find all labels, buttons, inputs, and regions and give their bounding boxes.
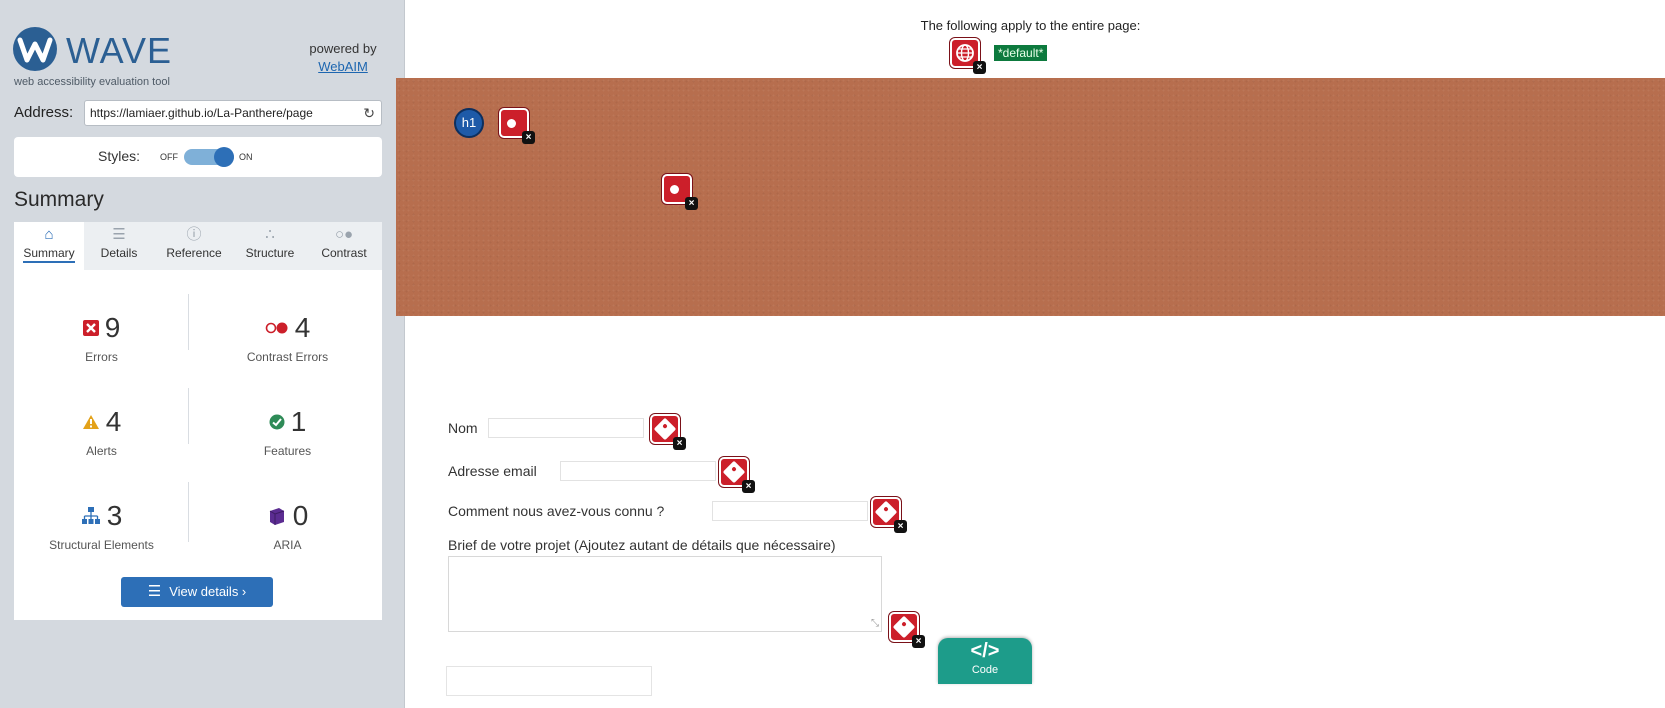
code-label: Code [971,664,999,676]
aria-count: 0 [292,500,309,531]
brief-label: Brief de votre projet (Ajoutez autant de… [448,537,836,553]
powered-by: powered by WebAIM [300,40,386,76]
address-input[interactable]: https://lamiaer.github.io/La-Panthere/pa… [84,100,382,126]
alert-icon [82,415,99,429]
summary-heading: Summary [14,188,104,211]
structure-icon [81,507,100,524]
image-error-icon[interactable]: × [662,174,698,210]
contrast-errors-count: 4 [294,312,311,343]
styles-on-label: ON [239,152,253,162]
powered-by-text: powered by [309,41,377,56]
tab-structure[interactable]: ∴ Structure [234,222,306,270]
contrast-errors-label: Contrast Errors [246,350,329,364]
features-label: Features [263,444,312,458]
contrast-error-icon [265,322,288,334]
language-error-icon[interactable]: × [950,38,986,74]
toggle-knob [214,147,234,167]
stat-structural[interactable]: 3 Structural Elements [14,500,189,552]
view-details-button[interactable]: ☰ View details › [121,577,273,607]
wave-logo-icon [13,27,57,71]
stat-aria[interactable]: 0 ARIA [200,500,375,552]
aria-label: ARIA [273,538,302,552]
reload-icon[interactable]: ↻ [363,101,375,125]
errors-label: Errors [85,350,118,364]
image-error-icon[interactable]: × [499,108,535,144]
source-label: Comment nous avez-vous connu ? [448,503,665,519]
styles-toggle-panel: Styles: OFF ON [14,137,382,177]
address-label: Address: [14,104,74,121]
summary-panel: 9 Errors 4 Contrast Errors 4 Alerts 1 Fe… [14,270,382,620]
tab-label: Details [100,246,138,260]
features-count: 1 [290,406,307,437]
styles-off-label: OFF [160,152,178,162]
dot-shape [670,185,679,194]
stat-alerts[interactable]: 4 Alerts [14,406,189,458]
errors-count: 9 [104,312,121,343]
source-input[interactable] [712,501,868,521]
alerts-count: 4 [105,406,122,437]
close-icon: × [742,480,755,493]
missing-label-error-icon[interactable]: × [871,497,907,533]
missing-label-error-icon[interactable]: × [719,457,755,493]
styles-label: Styles: [98,148,141,164]
home-icon: ⌂ [44,226,54,243]
resize-handle-icon[interactable]: ⤡ [871,618,879,629]
page-preview: The following apply to the entire page: … [396,0,1665,708]
list-icon: ☰ [112,226,126,243]
page-level-note: The following apply to the entire page: [920,18,1141,33]
hero-banner: h1 × × [396,78,1665,316]
close-icon: × [912,635,925,648]
submit-button-partial[interactable] [446,666,652,696]
h1-structure-icon[interactable]: h1 [454,108,484,138]
structure-icon: ∴ [265,226,275,243]
structural-label: Structural Elements [49,538,154,552]
close-icon: × [673,437,686,450]
tab-contrast[interactable]: ○● Contrast [306,222,382,270]
tab-label: Contrast [321,246,367,260]
address-value: https://lamiaer.github.io/La-Panthere/pa… [90,106,313,120]
email-label: Adresse email [448,463,537,479]
missing-label-error-icon[interactable]: × [650,414,686,450]
view-details-label: View details › [169,584,247,599]
missing-label-error-icon[interactable]: × [889,612,925,648]
close-icon: × [522,131,535,144]
close-icon: × [685,197,698,210]
tab-label: Reference [166,246,222,260]
alerts-label: Alerts [86,444,117,458]
wave-tagline: web accessibility evaluation tool [14,76,170,88]
list-icon: ☰ [147,583,162,600]
panel-tabs: ⌂ Summary ☰ Details ⓘ Reference ∴ Struct… [14,222,382,270]
tab-label: Structure [245,246,295,260]
address-bar: Address: https://lamiaer.github.io/La-Pa… [0,100,405,128]
webaim-link[interactable]: WebAIM [318,59,368,74]
error-icon [82,320,99,336]
code-toggle-button[interactable]: </> Code [938,638,1032,684]
name-input[interactable] [488,418,644,438]
info-icon: ⓘ [186,226,202,243]
tab-label: Summary [23,246,75,263]
email-input[interactable] [560,461,716,481]
brief-textarea[interactable]: ⤡ [448,556,882,632]
styles-toggle[interactable] [184,147,234,167]
contrast-icon: ○● [334,226,354,243]
default-language-badge[interactable]: *default* [994,45,1048,61]
wave-sidebar: WAVE web accessibility evaluation tool p… [0,0,405,708]
feature-check-icon [269,414,285,430]
tab-reference[interactable]: ⓘ Reference [154,222,234,270]
wave-logo[interactable]: WAVE web accessibility evaluation tool p… [12,26,392,88]
wave-logo-text: WAVE [66,30,173,71]
close-icon: × [973,61,986,74]
structural-count: 3 [106,500,123,531]
tab-details[interactable]: ☰ Details [84,222,154,270]
name-label: Nom [448,420,478,436]
stat-errors[interactable]: 9 Errors [14,312,189,364]
tab-summary[interactable]: ⌂ Summary [14,222,84,270]
close-icon: × [894,520,907,533]
stat-features[interactable]: 1 Features [200,406,375,458]
dot-shape [507,119,516,128]
code-icon: </> [970,640,1000,662]
aria-icon [269,508,284,525]
stat-contrast-errors[interactable]: 4 Contrast Errors [200,312,375,364]
